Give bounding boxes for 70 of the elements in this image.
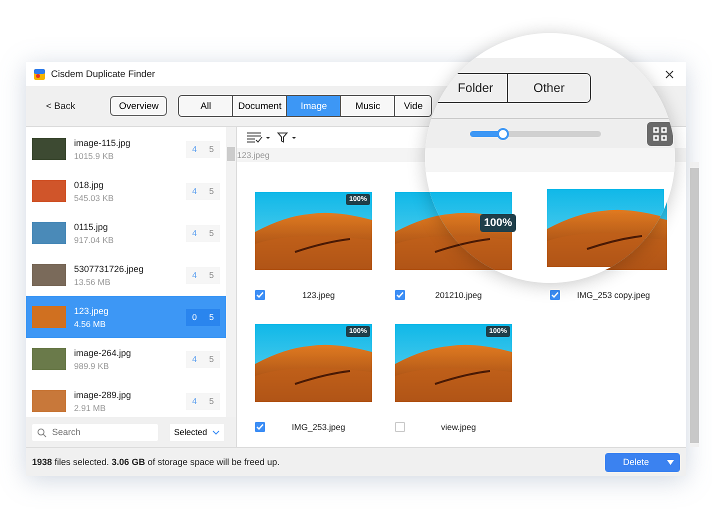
checkbox[interactable] xyxy=(395,422,405,432)
file-size: 545.03 KB xyxy=(74,192,115,202)
duplicate-group-item[interactable]: image-115.jpg 1015.9 KB 4 5 xyxy=(26,128,226,170)
file-name: 5307731726.jpeg xyxy=(74,264,145,274)
duplicate-group-item[interactable]: 123.jpeg 4.56 MB 0 5 xyxy=(26,296,226,338)
filter-icon[interactable] xyxy=(277,132,297,143)
file-name: 018.jpg xyxy=(74,180,105,190)
path-label: 123.jpeg xyxy=(237,150,270,160)
category-tab[interactable]: All xyxy=(179,96,234,116)
total-count: 5 xyxy=(203,224,220,242)
duplicate-group-item[interactable]: image-289.jpg 2.91 MB 4 5 xyxy=(26,380,226,417)
file-name: image-289.jpg xyxy=(74,390,132,400)
category-tab[interactable]: Document xyxy=(233,96,288,116)
total-count: 5 xyxy=(203,350,220,368)
file-size: 989.9 KB xyxy=(74,360,110,370)
file-size: 1015.9 KB xyxy=(74,150,115,160)
search-icon xyxy=(37,428,47,438)
duplicate-group-item[interactable]: 018.jpg 545.03 KB 4 5 xyxy=(26,170,226,212)
file-name: IMG_253.jpeg xyxy=(290,422,346,432)
checkbox[interactable] xyxy=(255,290,265,300)
selected-count: 4 xyxy=(186,140,203,158)
file-name: 123.jpeg xyxy=(301,290,336,300)
close-icon[interactable] xyxy=(665,70,674,78)
file-size: 13.56 MB xyxy=(74,276,112,286)
status-message: 1938 files selected. 3.06 GB of storage space will be freed up. xyxy=(32,457,281,467)
grid-view-button[interactable] xyxy=(647,122,673,146)
file-name: 0115.jpg xyxy=(74,222,109,232)
selected-count: 4 xyxy=(186,224,203,242)
selected-count: 4 xyxy=(186,182,203,200)
search-field[interactable]: Search xyxy=(32,424,158,440)
file-size: 4.56 MB xyxy=(74,318,107,328)
window-title: Cisdem Duplicate Finder xyxy=(51,68,156,80)
total-count: 5 xyxy=(203,182,220,200)
category-tab[interactable]: Vide xyxy=(395,96,432,116)
file-name: image-115.jpg xyxy=(74,138,132,148)
scrollbar[interactable] xyxy=(226,127,236,417)
selected-count: 4 xyxy=(186,350,203,368)
checkbox[interactable] xyxy=(395,290,405,300)
chevron-down-icon xyxy=(212,430,220,434)
file-size: 2.91 MB xyxy=(74,402,107,412)
selected-count: 4 xyxy=(186,392,203,410)
grid-icon xyxy=(653,127,667,141)
app-logo-icon xyxy=(34,68,45,80)
zoom-slider[interactable] xyxy=(470,131,601,137)
file-name: image-264.jpg xyxy=(74,348,132,358)
total-count: 5 xyxy=(203,392,220,410)
file-size: 917.04 KB xyxy=(74,234,115,244)
scrollbar[interactable] xyxy=(690,162,699,447)
duplicate-group-item[interactable]: 0115.jpg 917.04 KB 4 5 xyxy=(26,212,226,254)
total-count: 5 xyxy=(203,140,220,158)
category-tab[interactable]: Music xyxy=(341,96,396,116)
duplicate-group-item[interactable]: image-264.jpg 989.9 KB 4 5 xyxy=(26,338,226,380)
checkbox[interactable] xyxy=(255,422,265,432)
file-name: view.jpeg xyxy=(440,422,477,432)
file-name: IMG_253 copy.jpeg xyxy=(576,290,652,300)
filter-dropdown[interactable]: Selected xyxy=(170,424,224,440)
delete-button[interactable]: Delete xyxy=(605,452,680,472)
duplicate-group-item[interactable]: 5307731726.jpeg 13.56 MB 4 5 xyxy=(26,254,226,296)
file-name: 123.jpeg xyxy=(74,306,110,316)
file-name: 201210.jpeg xyxy=(434,290,483,300)
selected-count: 4 xyxy=(186,266,203,284)
selected-count: 0 xyxy=(186,308,203,326)
similarity-badge: 100% xyxy=(480,214,516,232)
sort-icon[interactable] xyxy=(247,132,271,143)
checkbox[interactable] xyxy=(550,290,560,300)
caret-icon xyxy=(667,460,674,464)
back-button[interactable]: < Back xyxy=(46,100,76,112)
total-count: 5 xyxy=(203,308,220,326)
overview-button[interactable]: Overview xyxy=(110,96,168,116)
total-count: 5 xyxy=(203,266,220,284)
